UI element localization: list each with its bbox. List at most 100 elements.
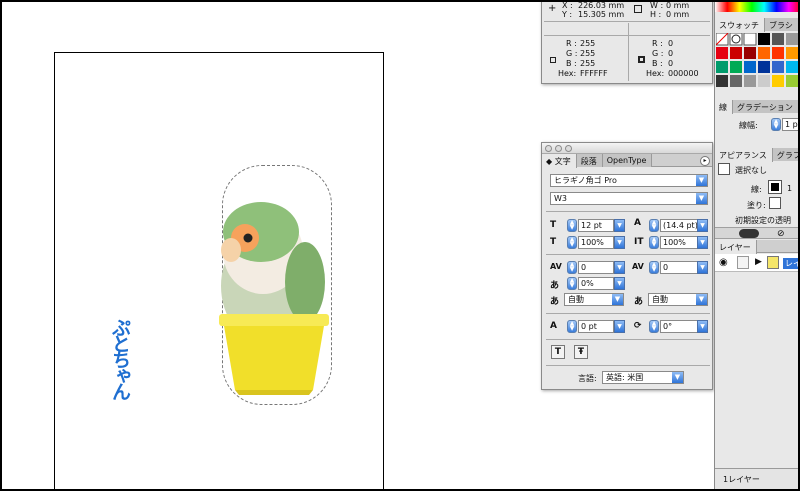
layers-tabs: レイヤー — [715, 240, 800, 254]
baseline-shift-input[interactable]: 0 pt — [578, 320, 614, 333]
w-value: 0 mm — [666, 1, 690, 10]
stroke-weight-stepper[interactable]: ▲ ▼ — [771, 118, 781, 131]
baseline-shift-stepper[interactable]: ▲ ▼ — [567, 320, 577, 333]
h-label: H : — [650, 10, 662, 19]
tab-character[interactable]: ◆ 文字 — [542, 154, 577, 168]
stroke-hex-label: Hex: — [646, 69, 665, 78]
character-panel-titlebar[interactable] — [542, 143, 712, 154]
tracking-stepper[interactable]: ▲ ▼ — [649, 261, 659, 274]
x-value: 226.03 mm — [578, 1, 625, 10]
font-size-icon: T — [550, 220, 557, 230]
stroke-tabs: 線 グラデーション — [715, 100, 800, 114]
layer-row[interactable]: ◉ ▶ レイ — [715, 254, 800, 272]
appearance-fill-label: 塗り: — [747, 201, 766, 210]
appearance-fill-swatch[interactable] — [769, 197, 781, 209]
baseline-shift-dropdown[interactable]: ▼ — [614, 320, 625, 333]
aki-right-select[interactable]: 自動 ▼ — [648, 293, 708, 306]
stroke-g-value: 0 — [668, 49, 674, 58]
aki-left-select[interactable]: 自動 ▼ — [564, 293, 624, 306]
font-size-input[interactable]: 12 pt — [578, 219, 614, 232]
tab-brush[interactable]: ブラシ — [765, 18, 799, 31]
stroke-r-value: 0 — [668, 39, 674, 48]
panel-menu-icon[interactable]: ▸ — [700, 156, 710, 166]
stroke-weight-label: 線幅: — [739, 121, 758, 130]
strikethrough-button[interactable]: Ŧ — [574, 345, 588, 359]
default-transparency-label: 初期設定の透明 — [735, 216, 791, 225]
kerning-icon: AV — [550, 262, 562, 271]
font-style-select[interactable]: W3 ▼ — [550, 192, 708, 205]
tate-chu-yoko-button[interactable]: T — [551, 345, 565, 359]
rotation-input[interactable]: 0° — [660, 320, 698, 333]
aki-right-icon: あ — [634, 297, 644, 307]
tab-stroke[interactable]: 線 — [715, 100, 733, 114]
appearance-selection-swatch — [718, 163, 730, 175]
disclosure-triangle-icon[interactable]: ▶ — [755, 257, 762, 267]
tab-appearance[interactable]: アピアランス — [715, 148, 773, 162]
font-size-stepper[interactable]: ▲ ▼ — [567, 219, 577, 232]
aki-left-icon: あ — [550, 297, 560, 307]
stroke-weight-input[interactable]: 1 pt — [782, 118, 800, 131]
character-panel: ◆ 文字 段落 OpenType ▸ ヒラギノ角ゴ Pro ▼ W3 ▼ T ▲… — [541, 142, 713, 390]
horizontal-scale-stepper[interactable]: ▲ ▼ — [649, 236, 659, 249]
chevron-down-icon: ▼ — [696, 193, 707, 204]
vertical-scale-dropdown[interactable]: ▼ — [614, 236, 625, 249]
character-panel-tabs: ◆ 文字 段落 OpenType — [542, 154, 712, 168]
chevron-down-icon: ▼ — [696, 294, 707, 305]
horizontal-scale-dropdown[interactable]: ▼ — [697, 236, 708, 249]
tracking-dropdown[interactable]: ▼ — [697, 261, 708, 274]
stroke-hex-value: 000000 — [668, 69, 699, 78]
language-select[interactable]: 英語: 米国 ▼ — [602, 371, 684, 384]
tsume-input[interactable]: 0% — [578, 277, 614, 290]
kerning-stepper[interactable]: ▲ ▼ — [567, 261, 577, 274]
swatch-grid[interactable] — [716, 33, 800, 95]
lock-toggle[interactable] — [737, 256, 749, 269]
size-icon — [634, 5, 642, 13]
font-size-dropdown[interactable]: ▼ — [614, 219, 625, 232]
layer-thumbnail — [767, 256, 779, 269]
layer-name[interactable]: レイ — [783, 258, 800, 269]
toggle-icon[interactable] — [739, 229, 759, 238]
fill-r-label: R : — [566, 39, 577, 48]
close-icon[interactable] — [545, 145, 552, 152]
tracking-input[interactable]: 0 — [660, 261, 698, 274]
fill-b-value: 255 — [580, 59, 596, 68]
bird-in-pot-image[interactable] — [205, 190, 335, 395]
tsume-stepper[interactable]: ▲ ▼ — [567, 277, 577, 290]
leading-input[interactable]: (14.4 pt) — [660, 219, 698, 232]
rotation-dropdown[interactable]: ▼ — [697, 320, 708, 333]
minimize-icon[interactable] — [555, 145, 562, 152]
w-label: W : — [650, 1, 664, 10]
language-value: 英語: 米国 — [606, 373, 644, 382]
leading-stepper[interactable]: ▲ ▼ — [649, 219, 659, 232]
signature-text[interactable]: ぷとちゃん — [109, 318, 134, 398]
kerning-dropdown[interactable]: ▼ — [614, 261, 625, 274]
move-icon: + — [548, 3, 557, 14]
tsume-dropdown[interactable]: ▼ — [614, 277, 625, 290]
tab-graphic-styles[interactable]: グラフ — [772, 148, 800, 161]
horizontal-scale-input[interactable]: 100% — [660, 236, 698, 249]
leading-dropdown[interactable]: ▼ — [697, 219, 708, 232]
font-style-value: W3 — [554, 194, 567, 203]
rotation-stepper[interactable]: ▲ ▼ — [649, 320, 659, 333]
eye-icon[interactable]: ◉ — [719, 257, 728, 268]
appearance-stroke-swatch[interactable] — [768, 180, 782, 194]
tab-layers[interactable]: レイヤー — [715, 240, 757, 254]
tab-gradient[interactable]: グラデーション — [733, 100, 799, 113]
tab-swatches[interactable]: スウォッチ — [715, 18, 765, 32]
tab-opentype[interactable]: OpenType — [602, 154, 653, 167]
fill-b-label: B : — [566, 59, 577, 68]
fill-hex-label: Hex: — [558, 69, 577, 78]
tracking-icon: AV — [632, 262, 644, 271]
font-family-select[interactable]: ヒラギノ角ゴ Pro ▼ — [550, 174, 708, 187]
y-value: 15.305 mm — [578, 10, 625, 19]
clear-icon[interactable]: ⊘ — [777, 229, 785, 239]
zoom-icon[interactable] — [565, 145, 572, 152]
tab-paragraph[interactable]: 段落 — [576, 154, 603, 167]
font-family-value: ヒラギノ角ゴ Pro — [554, 176, 617, 185]
vertical-scale-stepper[interactable]: ▲ ▼ — [567, 236, 577, 249]
kerning-input[interactable]: 0 — [578, 261, 614, 274]
stroke-b-value: 0 — [668, 59, 674, 68]
color-ramp[interactable] — [715, 0, 800, 12]
vertical-scale-input[interactable]: 100% — [578, 236, 614, 249]
aki-left-value: 自動 — [568, 295, 584, 304]
